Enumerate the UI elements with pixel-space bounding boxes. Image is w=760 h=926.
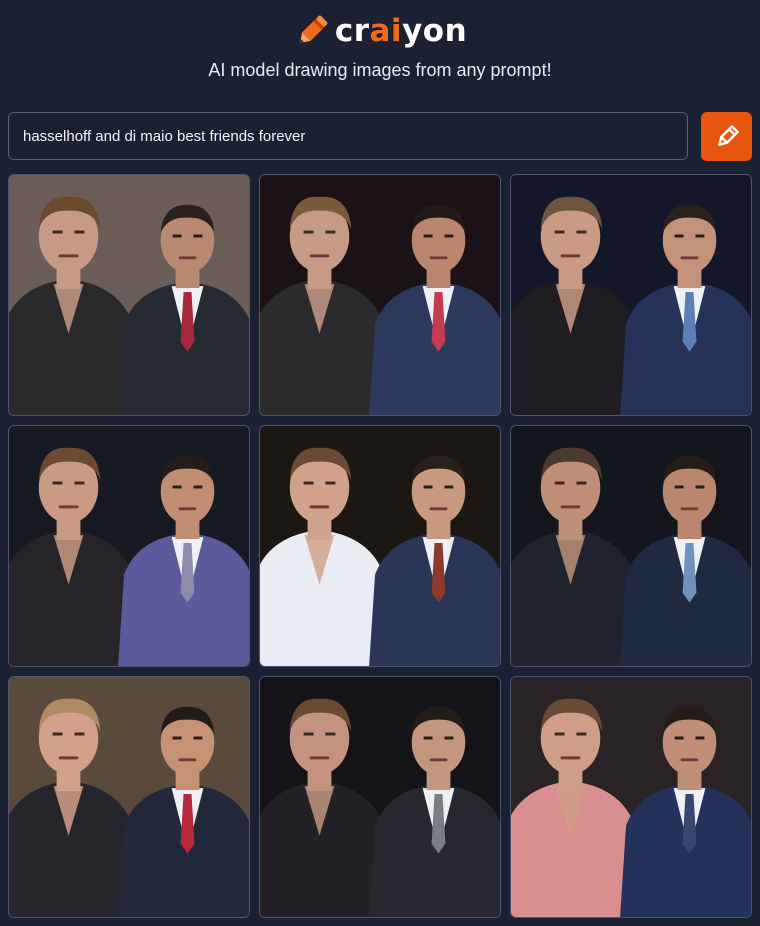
logo-suffix: yon [402,12,468,49]
result-image[interactable] [259,676,501,918]
result-image[interactable] [8,676,250,918]
result-image[interactable] [510,174,752,416]
pencil-icon [299,15,328,44]
results-grid [8,174,752,918]
logo[interactable]: craiyon [0,10,760,52]
prompt-field[interactable] [8,112,688,160]
result-image[interactable] [8,425,250,667]
draw-button[interactable] [701,112,752,161]
result-image[interactable] [259,174,501,416]
logo-prefix: cr [334,12,370,49]
result-image[interactable] [8,174,250,416]
result-image[interactable] [259,425,501,667]
tagline: AI model drawing images from any prompt! [208,60,552,80]
result-image[interactable] [510,676,752,918]
pencil-icon [717,124,739,146]
logo-wordmark: craiyon [334,12,468,49]
logo-accent: ai [369,12,403,49]
prompt-input[interactable] [21,126,675,146]
result-image[interactable] [510,425,752,667]
